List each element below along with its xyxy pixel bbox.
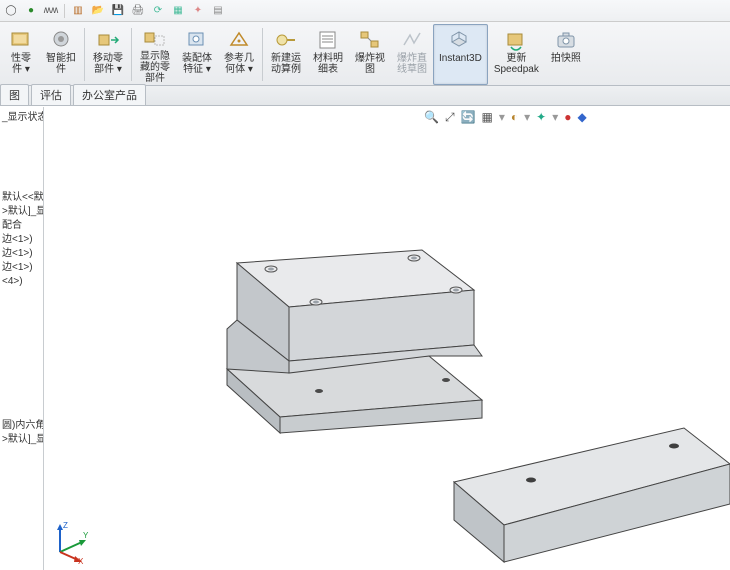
smart-fasteners-button[interactable]: 智能扣 件	[40, 24, 82, 85]
rbtn-label: 新建运 动算例	[271, 53, 301, 75]
qat-rebuild-icon[interactable]: ⟳	[151, 4, 165, 18]
assembly-icon	[184, 28, 210, 52]
qat-mw-icon[interactable]: ʍʍ	[44, 4, 58, 18]
explode-sketch-button: 爆炸直 线草图	[391, 24, 433, 85]
rbtn-label: 拍快照	[551, 53, 581, 64]
tree-line[interactable]: <4>)	[2, 275, 41, 289]
rbtn-label: 更新 Speedpak	[494, 53, 539, 75]
tree-line[interactable]: >默认]_显	[2, 205, 41, 219]
axis-x-label: X	[78, 557, 84, 564]
ref-geometry-button[interactable]: 参考几 何体 ▾	[218, 24, 260, 85]
rbtn-label: 参考几 何体 ▾	[224, 53, 254, 75]
ribbon-separator	[262, 28, 263, 81]
move-component-button[interactable]: 移动零 部件 ▾	[87, 24, 129, 85]
qat-green-dot-icon[interactable]: ●	[24, 4, 38, 18]
camera-icon	[553, 28, 579, 52]
qat-separator	[64, 4, 65, 18]
qat-open-icon[interactable]: 📂	[91, 4, 105, 18]
part-upper-block	[227, 250, 482, 433]
ribbon-separator	[131, 28, 132, 81]
exploded-icon	[357, 28, 383, 52]
bom-button[interactable]: 材料明 细表	[307, 24, 349, 85]
model-canvas	[44, 107, 730, 570]
instant3d-button[interactable]: Instant3D	[433, 24, 488, 85]
rbtn-label: 智能扣 件	[46, 53, 76, 75]
rbtn-label: 性零 件 ▾	[11, 53, 31, 75]
tree-line[interactable]: _显示状态	[2, 111, 41, 125]
motion-icon	[273, 28, 299, 52]
explode-sketch-icon	[399, 28, 425, 52]
tree-line[interactable]: 边<1>)	[2, 247, 41, 261]
tab-office[interactable]: 办公室产品	[73, 84, 146, 105]
rbtn-label: 装配体 特征 ▾	[182, 53, 212, 75]
tree-line[interactable]: 圆)内六角圆	[2, 419, 41, 433]
tab-evaluate[interactable]: 评估	[31, 84, 71, 105]
tab-drawing[interactable]: 图	[0, 84, 29, 105]
tree-line[interactable]: 配合	[2, 219, 41, 233]
qat-select-icon[interactable]: ✦	[191, 4, 205, 18]
qat-save-icon[interactable]: 💾	[111, 4, 125, 18]
bom-icon	[315, 28, 341, 52]
rbtn-label: 材料明 细表	[313, 53, 343, 75]
quick-access-toolbar: ◯ ● ʍʍ ▥ 📂 💾 🖨 ⟳ ▦ ✦ ▤	[0, 0, 730, 22]
main-area: _显示状态 默认<<默认 >默认]_显 配合 边<1>) 边<1>) 边<1>)…	[0, 107, 730, 570]
tree-line[interactable]: 边<1>)	[2, 233, 41, 247]
tree-line[interactable]: >默认]_显	[2, 433, 41, 447]
rbtn-label: 爆炸直 线草图	[397, 53, 427, 75]
qat-new-icon[interactable]: ▥	[71, 4, 85, 18]
component-icon	[8, 28, 34, 52]
rbtn-label: 显示隐 藏的零 部件	[140, 51, 170, 84]
axis-y-label: Y	[83, 531, 89, 540]
tree-line[interactable]: 边<1>)	[2, 261, 41, 275]
fastener-icon	[48, 28, 74, 52]
show-hidden-button[interactable]: 显示隐 藏的零 部件	[134, 24, 176, 85]
tree-line[interactable]: 默认<<默认	[2, 191, 41, 205]
assembly-features-button[interactable]: 装配体 特征 ▾	[176, 24, 218, 85]
exploded-view-button[interactable]: 爆炸视 图	[349, 24, 391, 85]
part-lower-block	[454, 428, 730, 562]
motion-study-button[interactable]: 新建运 动算例	[265, 24, 307, 85]
rbtn-label: 移动零 部件 ▾	[93, 53, 123, 75]
ribbon-separator	[84, 28, 85, 81]
move-icon	[95, 28, 121, 52]
rbtn-label: 爆炸视 图	[355, 53, 385, 75]
qat-grid-icon[interactable]: ▤	[211, 4, 225, 18]
update-speedpak-button[interactable]: 更新 Speedpak	[488, 24, 545, 85]
show-hidden-icon	[142, 28, 168, 50]
snapshot-button[interactable]: 拍快照	[545, 24, 587, 85]
axis-z-label: Z	[63, 521, 68, 530]
edit-component-button[interactable]: 性零 件 ▾	[2, 24, 40, 85]
qat-circle-icon[interactable]: ◯	[4, 4, 18, 18]
command-tab-strip: 图 评估 办公室产品	[0, 86, 730, 106]
graphics-viewport[interactable]: 🔍 ⤢ 🔄 ▦ ▾ ◐ ▾ ✦ ▾ ● ◆	[44, 107, 730, 570]
ref-geom-icon	[226, 28, 252, 52]
rbtn-label: Instant3D	[439, 53, 482, 64]
qat-print-icon[interactable]: 🖨	[131, 4, 145, 18]
orientation-triad[interactable]: Z Y X	[48, 518, 94, 564]
instant3d-icon	[447, 28, 473, 52]
feature-tree[interactable]: _显示状态 默认<<默认 >默认]_显 配合 边<1>) 边<1>) 边<1>)…	[0, 107, 44, 570]
speedpak-icon	[503, 28, 529, 52]
qat-options-icon[interactable]: ▦	[171, 4, 185, 18]
ribbon-toolbar: 性零 件 ▾ 智能扣 件 移动零 部件 ▾ 显示隐 藏的零 部件 装配体 特征 …	[0, 22, 730, 86]
